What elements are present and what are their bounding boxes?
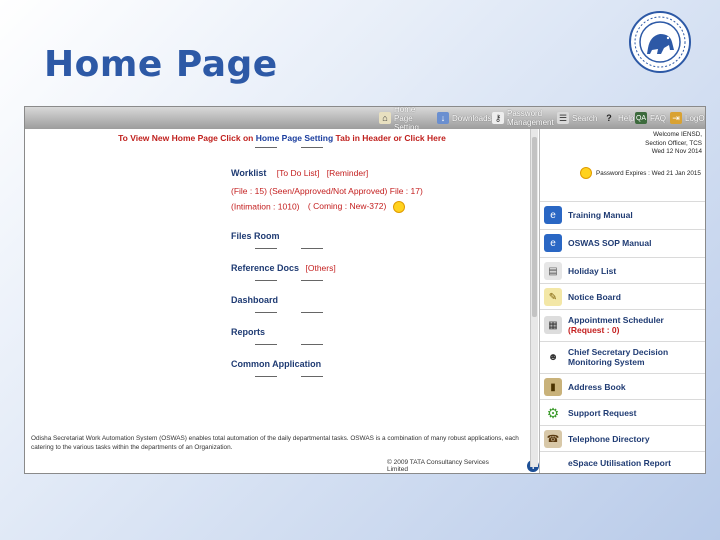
sidebar-item-address-book[interactable]: ▮ Address Book bbox=[540, 373, 705, 400]
common-application-link[interactable]: Common Application bbox=[231, 359, 321, 369]
notice-board-icon: ✎ bbox=[544, 288, 562, 306]
oswas-screenshot: ⌂ Home Page Setting ↓ Downloads ⚷ Passwo… bbox=[24, 106, 706, 474]
divider bbox=[231, 276, 531, 284]
divider bbox=[231, 308, 531, 316]
new-badge-icon bbox=[392, 201, 405, 213]
password-expiry: Password Expires : Wed 21 Jan 2015 bbox=[580, 167, 701, 179]
welcome-info: Welcome IENSD, Section Officer, TCS Wed … bbox=[645, 131, 702, 157]
password-management-link[interactable]: ⚷ Password Management bbox=[492, 108, 557, 128]
reminder-link[interactable]: [Reminder] bbox=[327, 168, 369, 178]
support-gear-icon: ⚙ bbox=[546, 404, 560, 421]
click-here-link[interactable]: Tab in Header or Click Here bbox=[333, 133, 446, 143]
intimation-link[interactable]: (Intimation : 1010) bbox=[231, 201, 300, 211]
sidebar-item-cs-decision-monitoring[interactable]: ☻ Chief Secretary Decision Monitoring Sy… bbox=[540, 341, 705, 372]
sidebar-item-appointment-scheduler[interactable]: ▦ Appointment Scheduler (Request : 0) bbox=[540, 309, 705, 340]
help-link[interactable]: ? Help bbox=[603, 108, 634, 128]
sidebar-item-espace-report[interactable]: eSpace Utilisation Report bbox=[540, 451, 705, 473]
main-scrollbar[interactable] bbox=[530, 129, 538, 467]
sidebar-item-training-manual[interactable]: e Training Manual bbox=[540, 201, 705, 228]
divider bbox=[231, 244, 531, 252]
download-icon: ↓ bbox=[437, 112, 449, 124]
home-page-setting-banner-link[interactable]: Home Page Setting bbox=[256, 133, 333, 143]
search-link[interactable]: ☰ Search bbox=[557, 108, 597, 128]
menu-list: Worklist [To Do List] [Reminder] (File :… bbox=[231, 143, 531, 380]
worklist-intimation-row: (Intimation : 1010) ( Coming : New-372) bbox=[231, 201, 531, 213]
people-icon: ☻ bbox=[547, 351, 559, 363]
top-nav-bar: ⌂ Home Page Setting ↓ Downloads ⚷ Passwo… bbox=[25, 107, 705, 132]
todo-list-link[interactable]: [To Do List] bbox=[277, 168, 320, 178]
welcome-user: Welcome IENSD, bbox=[653, 131, 702, 138]
worklist-block: Worklist [To Do List] [Reminder] (File :… bbox=[231, 163, 531, 213]
coming-link[interactable]: ( Coming : New-372) bbox=[308, 201, 386, 211]
worklist-file-counts[interactable]: (File : 15) (Seen/Approved/Not Approved)… bbox=[231, 186, 531, 196]
sidebar-item-support-request[interactable]: ⚙ Support Request bbox=[540, 399, 705, 426]
help-icon: ? bbox=[606, 113, 612, 123]
main-content: To View New Home Page Click on Home Page… bbox=[25, 129, 539, 473]
sidebar-item-telephone-directory[interactable]: ☎ Telephone Directory bbox=[540, 425, 705, 452]
sidebar-item-notice-board[interactable]: ✎ Notice Board bbox=[540, 283, 705, 310]
scroll-thumb[interactable] bbox=[532, 137, 537, 317]
address-book-icon: ▮ bbox=[544, 378, 562, 396]
logout-link[interactable]: ⇥ LogO bbox=[670, 108, 705, 128]
divider bbox=[231, 372, 531, 380]
worklist-link[interactable]: Worklist bbox=[231, 168, 266, 178]
report-icon bbox=[544, 454, 562, 472]
copyright: © 2009 TATA Consultancy Services Limited… bbox=[387, 459, 539, 473]
reference-docs-link[interactable]: Reference Docs bbox=[231, 263, 299, 273]
new-homepage-banner: To View New Home Page Click on Home Page… bbox=[118, 133, 446, 143]
holiday-list-icon: ▤ bbox=[544, 262, 562, 280]
divider bbox=[231, 340, 531, 348]
alert-sun-icon bbox=[580, 167, 592, 179]
home-setting-icon: ⌂ bbox=[379, 112, 391, 124]
divider bbox=[231, 143, 531, 151]
telephone-icon: ☎ bbox=[544, 430, 562, 448]
sop-manual-icon: e bbox=[544, 234, 562, 252]
search-icon: ☰ bbox=[557, 112, 569, 124]
dashboard-link[interactable]: Dashboard bbox=[231, 295, 278, 305]
slide-title: Home Page bbox=[44, 44, 278, 85]
reports-link[interactable]: Reports bbox=[231, 327, 265, 337]
sidebar-item-holiday-list[interactable]: ▤ Holiday List bbox=[540, 257, 705, 284]
right-sidebar: Welcome IENSD, Section Officer, TCS Wed … bbox=[539, 129, 705, 473]
reference-others-link[interactable]: [Others] bbox=[306, 263, 336, 273]
faq-icon: QA bbox=[635, 112, 647, 124]
key-icon: ⚷ bbox=[492, 112, 504, 124]
files-room-link[interactable]: Files Room bbox=[231, 231, 280, 241]
current-date: Wed 12 Nov 2014 bbox=[651, 148, 702, 155]
user-designation: Section Officer, TCS bbox=[645, 139, 702, 147]
faq-link[interactable]: QA FAQ bbox=[635, 108, 666, 128]
calendar-icon: ▦ bbox=[544, 316, 562, 334]
downloads-link[interactable]: ↓ Downloads bbox=[437, 108, 492, 128]
sidebar-item-sop-manual[interactable]: e OSWAS SOP Manual bbox=[540, 229, 705, 256]
training-manual-icon: e bbox=[544, 206, 562, 224]
oswas-description: Odisha Secretariat Work Automation Syste… bbox=[31, 435, 519, 451]
logout-icon: ⇥ bbox=[670, 112, 682, 124]
home-page-setting-link[interactable]: ⌂ Home Page Setting bbox=[379, 107, 434, 132]
odisha-emblem-icon bbox=[629, 11, 691, 73]
